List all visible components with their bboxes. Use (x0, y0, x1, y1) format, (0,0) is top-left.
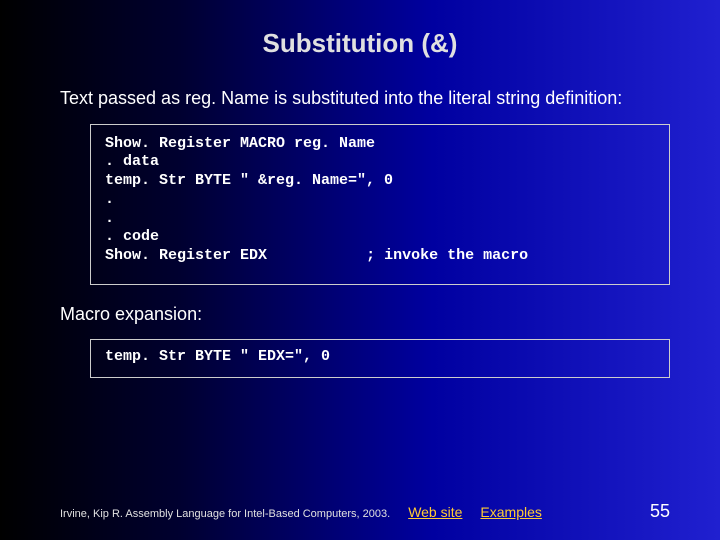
intro-text: Text passed as reg. Name is substituted … (50, 87, 670, 110)
code-line: temp. Str BYTE " EDX=", 0 (105, 348, 330, 365)
code-line: . (105, 191, 114, 208)
code-line: Show. Register MACRO reg. Name (105, 135, 375, 152)
code-line: . code (105, 228, 159, 245)
code-line: . data (105, 153, 159, 170)
code-block-expansion: temp. Str BYTE " EDX=", 0 (90, 339, 670, 378)
footer: Irvine, Kip R. Assembly Language for Int… (60, 501, 670, 522)
page-number: 55 (650, 501, 670, 522)
examples-link[interactable]: Examples (480, 504, 541, 520)
footer-credit: Irvine, Kip R. Assembly Language for Int… (60, 508, 390, 520)
code-comment: ; invoke the macro (366, 247, 528, 264)
code-line: Show. Register EDX (105, 247, 267, 264)
expansion-label: Macro expansion: (50, 303, 670, 326)
code-line: . (105, 210, 114, 227)
slide-title: Substitution (&) (50, 28, 670, 59)
code-block-macro: Show. Register MACRO reg. Name . data te… (90, 124, 670, 285)
web-site-link[interactable]: Web site (408, 504, 462, 520)
code-line: temp. Str BYTE " &reg. Name=", 0 (105, 172, 393, 189)
